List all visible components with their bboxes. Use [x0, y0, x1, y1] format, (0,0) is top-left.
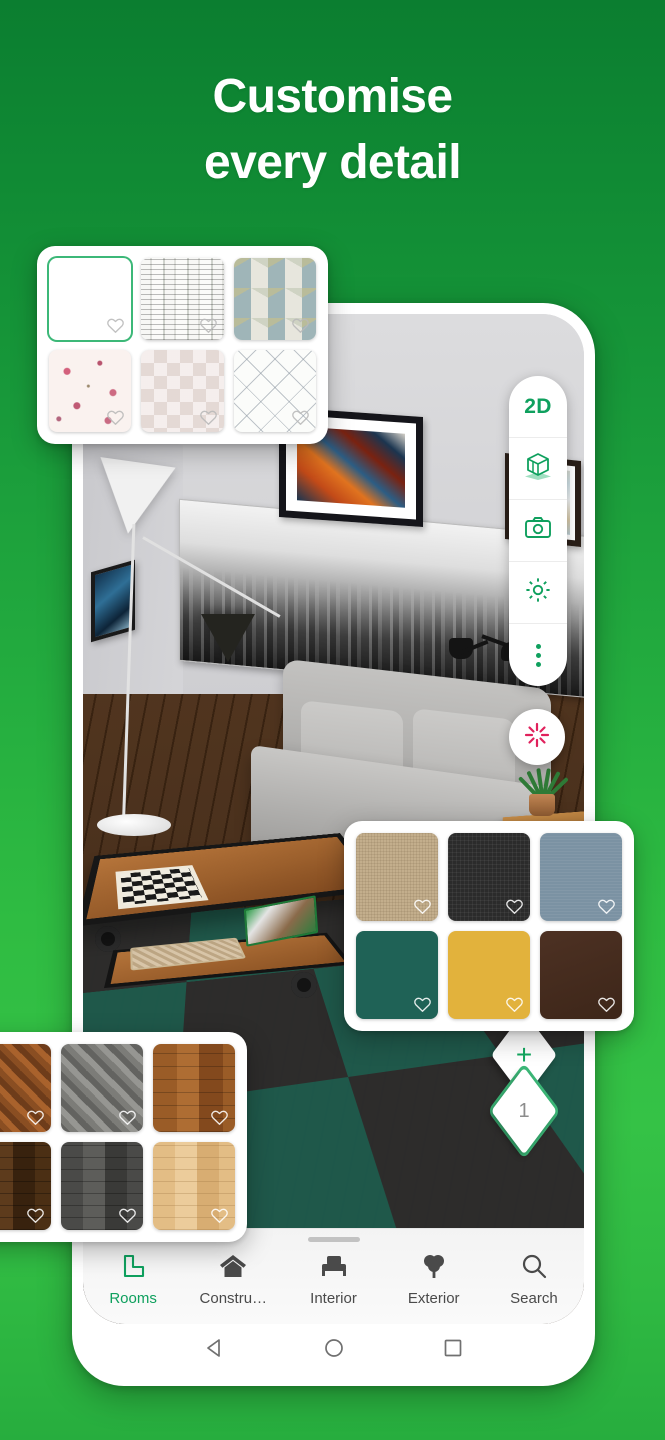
- room-plan-icon: [119, 1251, 147, 1281]
- search-icon: [520, 1251, 548, 1281]
- favourite-heart-icon[interactable]: [291, 408, 310, 427]
- arc-lamp-base: [97, 814, 171, 836]
- favourite-heart-icon[interactable]: [210, 1206, 229, 1225]
- nav-label-construction: Constru…: [199, 1290, 268, 1307]
- add-floor-label: +: [515, 1039, 533, 1070]
- settings-gear-button[interactable]: [509, 562, 567, 624]
- bottom-navigation-bar: Rooms Constru… Interior Exterior Search: [83, 1228, 584, 1324]
- material-swatch-medium-oak-plank[interactable]: [153, 1044, 235, 1132]
- material-swatch-dark-teal[interactable]: [356, 931, 438, 1019]
- wallpaper-material-panel[interactable]: [37, 246, 328, 444]
- tree-icon: [421, 1251, 447, 1281]
- headline-line-2: every detail: [204, 136, 462, 190]
- material-swatch-brown-herringbone[interactable]: [0, 1044, 51, 1132]
- favourite-heart-icon[interactable]: [413, 995, 432, 1014]
- nav-item-rooms[interactable]: Rooms: [83, 1251, 183, 1307]
- material-swatch-grey-herringbone[interactable]: [61, 1044, 143, 1132]
- more-vertical-icon: [535, 643, 541, 667]
- favourite-heart-icon[interactable]: [26, 1206, 45, 1225]
- nav-item-exterior[interactable]: Exterior: [384, 1251, 484, 1307]
- favourite-heart-icon[interactable]: [106, 408, 125, 427]
- magic-effects-button[interactable]: [509, 709, 565, 765]
- material-swatch-mustard-yellow[interactable]: [448, 931, 530, 1019]
- current-floor-button[interactable]: 1: [478, 1067, 570, 1155]
- recents-square-icon[interactable]: [442, 1337, 464, 1364]
- black-pendant-shade: [201, 614, 255, 662]
- favourite-heart-icon[interactable]: [106, 316, 125, 335]
- material-swatch-grey-plank[interactable]: [61, 1142, 143, 1230]
- upholstery-material-panel[interactable]: [344, 821, 634, 1031]
- favourite-heart-icon[interactable]: [199, 408, 218, 427]
- favourite-heart-icon[interactable]: [413, 897, 432, 916]
- nav-item-construction[interactable]: Constru…: [183, 1251, 283, 1307]
- material-swatch-light-maple-plank[interactable]: [153, 1142, 235, 1230]
- favourite-heart-icon[interactable]: [199, 316, 218, 335]
- sofa-icon: [319, 1251, 349, 1281]
- headline-line-1: Customise: [212, 70, 454, 123]
- plant-pot: [529, 794, 555, 816]
- more-options-button[interactable]: [509, 624, 567, 686]
- android-system-navigation: [83, 1325, 584, 1375]
- material-swatch-geometric-triangles[interactable]: [233, 258, 316, 340]
- table-caster-wheel: [95, 926, 121, 952]
- floor-level-controls: + 1: [478, 1011, 570, 1155]
- favourite-heart-icon[interactable]: [505, 897, 524, 916]
- table-caster-wheel: [291, 972, 317, 998]
- screenshot-camera-button[interactable]: [509, 500, 567, 562]
- camera-icon: [524, 514, 552, 547]
- current-floor-label: 1: [518, 1099, 530, 1122]
- flooring-material-panel[interactable]: [0, 1032, 247, 1242]
- home-circle-icon[interactable]: [323, 1337, 345, 1364]
- nav-label-rooms: Rooms: [109, 1290, 157, 1307]
- 3d-cube-icon: [523, 451, 553, 486]
- view-toolbar: 2D: [509, 376, 567, 686]
- toggle-2d-button[interactable]: 2D: [509, 376, 567, 438]
- nav-item-interior[interactable]: Interior: [283, 1251, 383, 1307]
- material-swatch-slate-blue[interactable]: [540, 833, 622, 921]
- page-title: Customise every detail: [0, 64, 665, 196]
- nav-item-search[interactable]: Search: [484, 1251, 584, 1307]
- favourite-heart-icon[interactable]: [597, 897, 616, 916]
- favourite-heart-icon[interactable]: [118, 1206, 137, 1225]
- nav-label-search: Search: [510, 1290, 558, 1307]
- favourite-heart-icon[interactable]: [210, 1108, 229, 1127]
- house-icon: [218, 1251, 248, 1281]
- material-swatch-beige-linen[interactable]: [356, 833, 438, 921]
- view-3d-button[interactable]: [509, 438, 567, 500]
- material-swatch-diamond-lattice[interactable]: [233, 350, 316, 432]
- favourite-heart-icon[interactable]: [505, 995, 524, 1014]
- nav-label-interior: Interior: [310, 1290, 357, 1307]
- favourite-heart-icon[interactable]: [291, 316, 310, 335]
- material-swatch-dark-brown[interactable]: [540, 931, 622, 1019]
- sparkle-burst-icon: [522, 720, 552, 755]
- material-swatch-birch-forest[interactable]: [141, 258, 224, 340]
- material-swatch-charcoal-weave[interactable]: [448, 833, 530, 921]
- material-swatch-pink-floral[interactable]: [49, 350, 132, 432]
- material-swatch-plain-white[interactable]: [49, 258, 132, 340]
- favourite-heart-icon[interactable]: [118, 1108, 137, 1127]
- nav-label-exterior: Exterior: [407, 1290, 460, 1307]
- material-swatch-pale-patchwork[interactable]: [141, 350, 224, 432]
- favourite-heart-icon[interactable]: [597, 995, 616, 1014]
- gear-icon: [524, 576, 552, 609]
- favourite-heart-icon[interactable]: [26, 1108, 45, 1127]
- material-swatch-dark-walnut-plank[interactable]: [0, 1142, 51, 1230]
- sheet-drag-handle[interactable]: [307, 1237, 360, 1242]
- back-triangle-icon[interactable]: [204, 1337, 226, 1364]
